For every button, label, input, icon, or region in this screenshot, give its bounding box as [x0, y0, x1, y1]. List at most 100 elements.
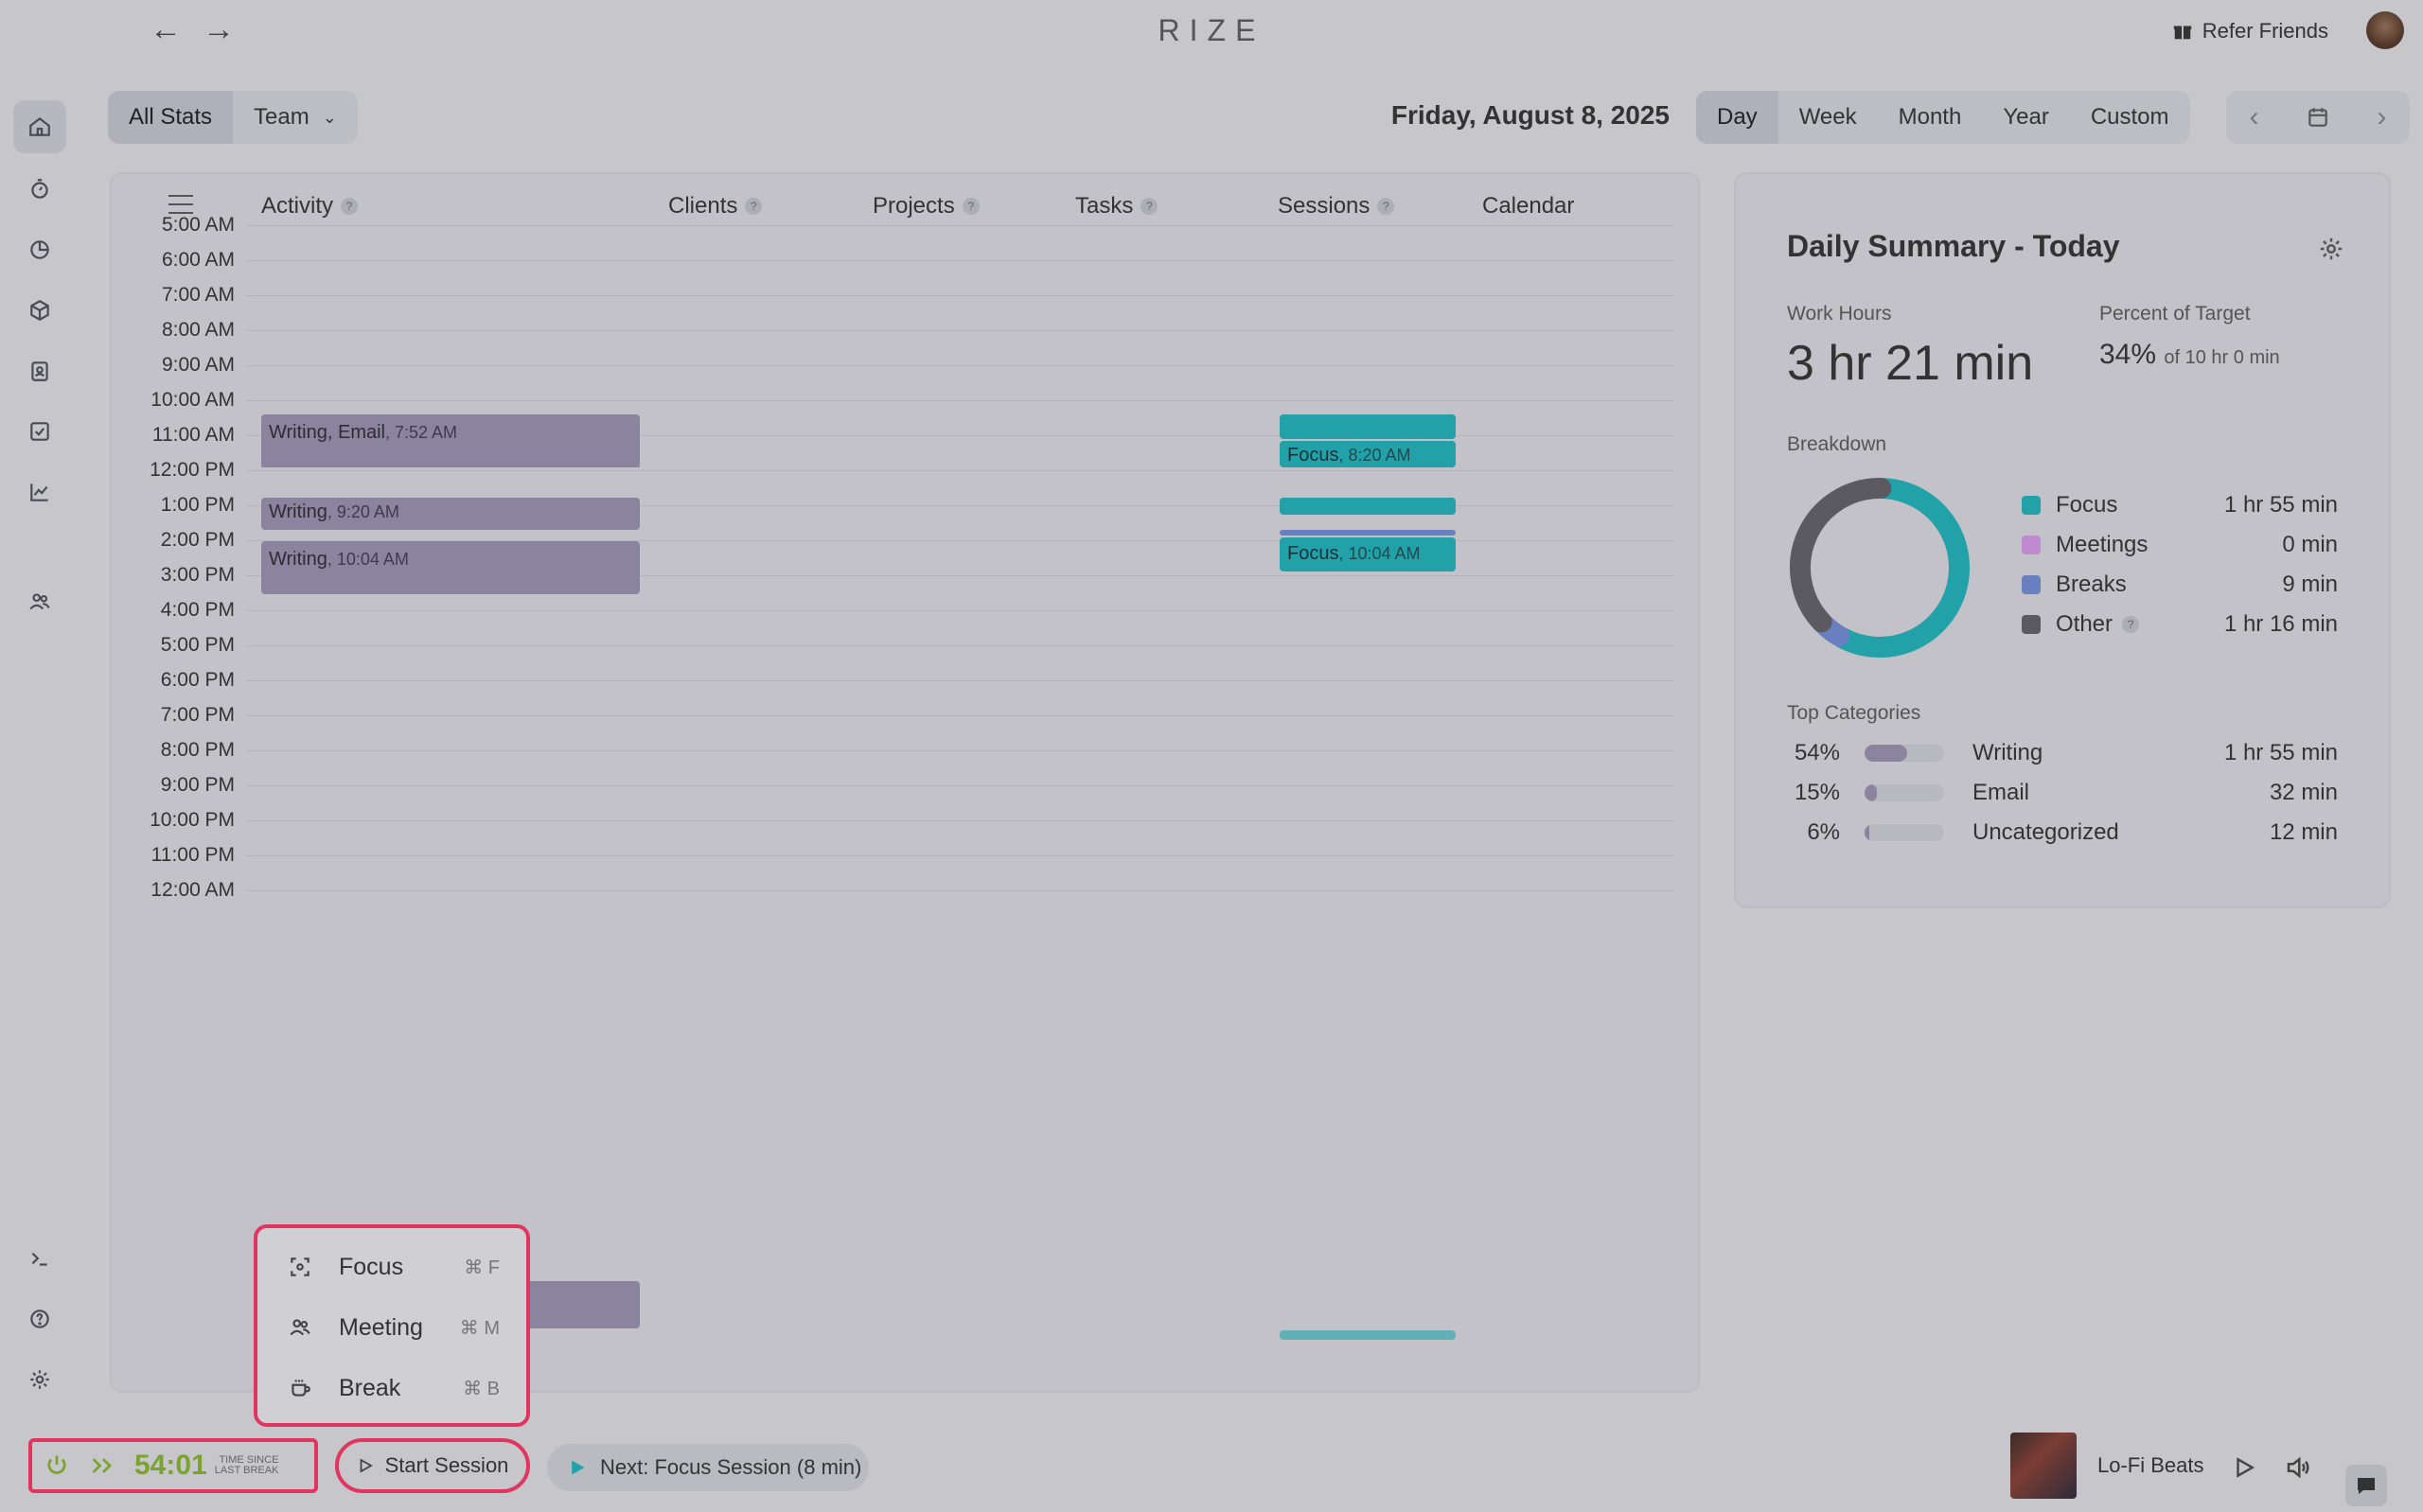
break-timer[interactable]: 54:01 TIME SINCE LAST BREAK: [28, 1438, 318, 1493]
all-stats-tab[interactable]: All Stats: [108, 91, 234, 144]
menu-icon[interactable]: [168, 195, 193, 214]
hour-label: 9:00 PM: [160, 774, 235, 796]
menu-item-meeting[interactable]: Meeting ⌘ M: [257, 1298, 526, 1357]
category-bar-fill: [1865, 745, 1908, 762]
session-block[interactable]: [1280, 1330, 1456, 1340]
gift-icon: [2173, 26, 2191, 40]
menu-item-focus[interactable]: Focus ⌘ F: [257, 1238, 526, 1296]
category-row: 54% Writing 1 hr 55 min: [1787, 734, 2338, 772]
legend-focus: Focus 1 hr 55 min: [2022, 486, 2338, 524]
calendar-icon[interactable]: [2306, 105, 2330, 130]
tab-week[interactable]: Week: [1778, 91, 1878, 144]
play-outline-icon[interactable]: [2232, 1455, 2256, 1480]
activity-block[interactable]: Writing, 10:04 AM: [261, 541, 640, 594]
start-session-label: Start Session: [384, 1453, 509, 1477]
legend-name: Other: [2056, 611, 2113, 637]
percent-value-group: 34% of 10 hr 0 min: [2099, 339, 2280, 371]
shortcut-label: ⌘ F: [464, 1257, 500, 1278]
session-block[interactable]: [1280, 498, 1456, 515]
session-block[interactable]: Focus, 10:04 AM: [1280, 537, 1456, 571]
tab-custom[interactable]: Custom: [2070, 91, 2190, 144]
power-icon[interactable]: [44, 1452, 70, 1479]
legend-value: 9 min: [2282, 571, 2338, 597]
chat-icon[interactable]: [2345, 1465, 2387, 1506]
tab-day[interactable]: Day: [1696, 91, 1778, 144]
terminal-icon[interactable]: [13, 1232, 66, 1285]
team-icon[interactable]: [13, 575, 66, 628]
settings-icon[interactable]: [13, 1353, 66, 1406]
help-icon[interactable]: ?: [745, 198, 763, 215]
refer-friends-button[interactable]: Refer Friends: [2172, 19, 2328, 44]
tab-month[interactable]: Month: [1878, 91, 1983, 144]
help-icon[interactable]: [13, 1292, 66, 1345]
hour-label: 4:00 PM: [160, 599, 235, 621]
donut-other: [1790, 478, 1892, 633]
percent-value: 34%: [2099, 339, 2157, 370]
break-block[interactable]: [1280, 530, 1456, 536]
line-chart-icon[interactable]: [13, 466, 66, 519]
help-icon[interactable]: ?: [341, 198, 359, 215]
team-dropdown[interactable]: Team ⌄: [233, 91, 358, 144]
hour-line: [246, 785, 1673, 786]
menu-item-break[interactable]: Break ⌘ B: [257, 1359, 526, 1417]
category-bar-fill: [1865, 784, 1877, 801]
hour-line: [246, 260, 1673, 261]
session-block[interactable]: [1280, 414, 1456, 439]
donut-segments: [1790, 478, 1970, 658]
avatar[interactable]: [2366, 11, 2404, 49]
category-bar: [1865, 824, 1944, 841]
category-value: 1 hr 55 min: [2223, 740, 2338, 765]
pie-chart-icon[interactable]: [13, 223, 66, 276]
donut-focus: [1831, 478, 1970, 658]
activity-block-name: Writing: [269, 549, 327, 570]
fast-forward-icon[interactable]: [89, 1452, 117, 1479]
next-duration: (8 min): [796, 1455, 862, 1479]
checkbox-icon[interactable]: [13, 405, 66, 458]
hour-line: [246, 365, 1673, 366]
hour-line: [246, 890, 1673, 891]
people-icon: [290, 1319, 310, 1336]
menu-item-label: Break: [339, 1374, 401, 1401]
hour-label: 10:00 AM: [150, 389, 235, 411]
next-session-button[interactable]: Next: Focus Session (8 min): [547, 1444, 869, 1491]
team-label: Team: [254, 104, 310, 130]
refer-friends-label: Refer Friends: [2202, 19, 2328, 43]
chevron-left-icon[interactable]: ‹: [2250, 101, 2259, 133]
hour-label: 3:00 PM: [160, 564, 235, 586]
activity-block-time: , 7:52 AM: [385, 423, 458, 442]
hour-line: [246, 645, 1673, 646]
menu-item-label: Focus: [339, 1253, 404, 1280]
hour-line: [246, 610, 1673, 611]
help-icon[interactable]: ?: [1141, 198, 1158, 215]
category-value: 12 min: [2269, 819, 2338, 845]
hour-label: 6:00 AM: [161, 249, 235, 271]
breakdown-label: Breakdown: [1787, 433, 1887, 455]
work-hours-label: Work Hours: [1787, 303, 1892, 325]
help-icon[interactable]: ?: [1377, 198, 1395, 215]
legend-name: Focus: [2056, 492, 2118, 518]
summary-title: Daily Summary - Today: [1787, 229, 2120, 263]
home-icon[interactable]: [13, 100, 66, 153]
start-session-button[interactable]: Start Session: [335, 1438, 530, 1493]
timer-icon[interactable]: [13, 163, 66, 216]
chevron-right-icon[interactable]: ›: [2377, 101, 2386, 133]
session-block-name: Focus: [1287, 445, 1339, 466]
legend-other: Other? 1 hr 16 min: [2022, 606, 2338, 643]
hour-label: 5:00 AM: [161, 214, 235, 236]
contact-card-icon[interactable]: [13, 344, 66, 397]
activity-block[interactable]: Writing, Email, 7:52 AM: [261, 414, 640, 467]
hour-label: 8:00 PM: [160, 739, 235, 761]
hour-line: [246, 680, 1673, 681]
tab-year[interactable]: Year: [1982, 91, 2070, 144]
gear-icon[interactable]: [2317, 235, 2345, 263]
cube-icon[interactable]: [13, 284, 66, 337]
date-title: Friday, August 8, 2025: [1390, 100, 1670, 130]
help-icon[interactable]: ?: [2122, 616, 2140, 633]
activity-block[interactable]: Writing, 9:20 AM: [261, 498, 640, 530]
top-bar: ← → RIZE Refer Friends: [0, 0, 2423, 61]
help-icon[interactable]: ?: [962, 198, 980, 215]
session-block[interactable]: Focus, 8:20 AM: [1280, 441, 1456, 467]
volume-icon[interactable]: [2283, 1453, 2313, 1482]
start-session-menu: Focus ⌘ F Meeting ⌘ M Break ⌘ B: [254, 1224, 530, 1427]
shortcut-label: ⌘ M: [459, 1317, 500, 1339]
